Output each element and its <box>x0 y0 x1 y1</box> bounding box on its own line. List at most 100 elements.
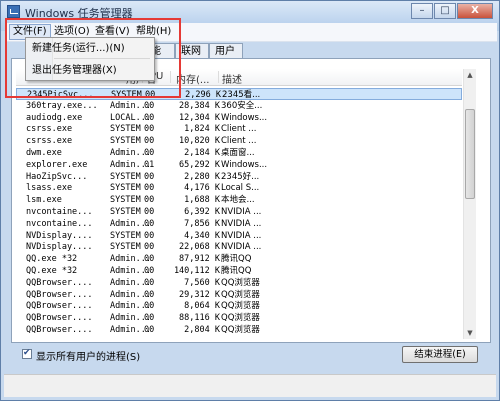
process-memory: 10,820 K <box>179 136 220 147</box>
process-cpu: 00 <box>144 124 155 135</box>
process-description: NVIDIA ... <box>221 230 262 241</box>
process-cpu: 00 <box>144 112 155 123</box>
table-row[interactable]: QQBrowser.... Admin... 00 8,064 K QQ浏览器 <box>16 300 462 312</box>
table-row[interactable]: QQBrowser.... Admin... 00 88,116 K QQ浏览器 <box>16 312 462 324</box>
table-row[interactable]: NVDisplay.... SYSTEM 00 22,068 K NVIDIA ... <box>16 241 462 253</box>
process-table[interactable]: 用户名 PU 内存(... 描述 2345PicSvc...SYSTEM002,… <box>16 69 462 339</box>
end-process-button[interactable]: 结束进程(E) <box>402 346 478 363</box>
task-manager-icon <box>7 5 20 18</box>
table-row[interactable]: nvcontaine... SYSTEM 00 6,392 K NVIDIA ... <box>16 206 462 218</box>
process-memory: 28,384 K <box>179 100 220 111</box>
table-row[interactable]: QQ.exe *32 Admin... 00 140,112 K 腾讯QQ <box>16 265 462 277</box>
process-description: QQ浏览器 <box>221 277 260 288</box>
close-button[interactable]: X <box>457 3 493 19</box>
header-description[interactable]: 描述 <box>222 71 242 86</box>
process-cpu: 00 <box>144 195 155 206</box>
process-memory: 4,340 K <box>184 230 220 241</box>
process-memory: 8,064 K <box>184 301 220 312</box>
process-description: NVIDIA ... <box>221 207 262 217</box>
process-description: QQ浏览器 <box>221 313 260 324</box>
table-row[interactable]: csrss.exe SYSTEM 00 10,820 K Client ... <box>16 135 462 147</box>
process-name: csrss.exe <box>26 124 73 135</box>
table-row[interactable]: audiodg.exe LOCAL... 00 12,304 K Windows... <box>16 112 462 124</box>
process-name: QQ.exe *32 <box>26 266 78 276</box>
process-description: Windows... <box>221 112 268 123</box>
table-row[interactable]: csrss.exe SYSTEM 00 1,824 K Client ... <box>16 123 462 135</box>
process-cpu: 00 <box>144 100 155 111</box>
process-name: QQBrowser.... <box>26 277 93 288</box>
table-row[interactable]: QQBrowser.... Admin... 00 7,560 K QQ浏览器 <box>16 277 462 289</box>
process-name: QQBrowser.... <box>26 325 93 335</box>
header-memory[interactable]: 内存(... <box>176 71 209 86</box>
process-memory: 6,392 K <box>184 207 220 217</box>
menu-item-exit[interactable]: 退出任务管理器(X) <box>32 64 117 78</box>
table-row[interactable]: QQBrowser.... Admin... 00 2,804 K QQ浏览器 <box>16 324 462 336</box>
tab-networking[interactable]: 联网 <box>175 43 209 59</box>
process-name: QQBrowser.... <box>26 301 93 312</box>
table-row[interactable]: NVDisplay.... SYSTEM 00 4,340 K NVIDIA ... <box>16 230 462 242</box>
table-row[interactable]: nvcontaine... Admin... 00 7,856 K NVIDIA ... <box>16 218 462 230</box>
process-name: QQBrowser.... <box>26 313 93 324</box>
process-description: QQ浏览器 <box>221 325 260 335</box>
scroll-up-icon[interactable]: ▲ <box>464 69 476 81</box>
process-description: QQ浏览器 <box>221 301 260 312</box>
table-row[interactable]: dwm.exe Admin... 00 2,184 K 桌面窗... <box>16 147 462 159</box>
scroll-thumb[interactable] <box>465 109 475 199</box>
process-name: QQBrowser.... <box>26 289 93 300</box>
process-memory: 1,688 K <box>184 195 220 206</box>
table-row[interactable]: QQBrowser.... Admin... 00 29,312 K QQ浏览器 <box>16 289 462 301</box>
table-row[interactable]: QQ.exe *32 Admin... 00 87,912 K 腾讯QQ <box>16 253 462 265</box>
process-description: Client ... <box>221 124 257 135</box>
header-divider[interactable] <box>218 71 219 83</box>
process-cpu: 00 <box>144 136 155 147</box>
process-description: NVIDIA ... <box>221 242 262 253</box>
process-description: Windows... <box>221 159 268 170</box>
process-name: NVDisplay.... <box>26 242 93 253</box>
process-description: 桌面窗... <box>221 148 255 158</box>
process-memory: 2,280 K <box>184 171 220 182</box>
header-divider[interactable] <box>170 71 171 83</box>
process-description: 腾讯QQ <box>221 266 252 276</box>
table-row[interactable]: explorer.exe Admin... 01 65,292 K Windows... <box>16 159 462 171</box>
process-memory: 7,856 K <box>184 218 220 229</box>
process-memory: 87,912 K <box>179 254 220 265</box>
show-all-users-checkbox[interactable] <box>22 348 32 359</box>
scroll-down-icon[interactable]: ▼ <box>464 327 476 339</box>
process-memory: 29,312 K <box>179 289 220 300</box>
process-cpu: 01 <box>144 159 155 170</box>
vertical-scrollbar[interactable]: ▲ ▼ <box>463 69 476 339</box>
process-cpu: 00 <box>144 183 155 194</box>
title-bar[interactable]: Windows 任务管理器 – □ X <box>1 1 499 23</box>
process-cpu: 00 <box>144 301 155 312</box>
process-memory: 140,112 K <box>173 266 220 276</box>
process-name: csrss.exe <box>26 136 73 147</box>
process-cpu: 00 <box>144 277 155 288</box>
process-cpu: 00 <box>144 254 155 265</box>
menu-item-new-task[interactable]: 新建任务(运行...)(N) <box>32 42 125 56</box>
process-memory: 2,184 K <box>184 148 220 158</box>
status-bar <box>4 374 496 397</box>
table-row[interactable]: lsm.exe SYSTEM 00 1,688 K 本地会... <box>16 194 462 206</box>
table-row[interactable]: HaoZipSvc... SYSTEM 00 2,280 K 2345好... <box>16 171 462 183</box>
process-name: 360tray.exe... <box>26 100 98 111</box>
table-row[interactable]: lsass.exe SYSTEM 00 4,176 K Local S... <box>16 182 462 194</box>
process-memory: 65,292 K <box>179 159 220 170</box>
process-description: Local S... <box>221 183 260 194</box>
process-cpu: 00 <box>144 171 155 182</box>
show-all-users-label[interactable]: 显示所有用户的进程(S) <box>36 348 140 363</box>
maximize-button[interactable]: □ <box>434 3 456 19</box>
table-row[interactable]: 360tray.exe... Admin... 00 28,384 K 360安全... <box>16 100 462 112</box>
tab-users[interactable]: 用户 <box>209 43 243 59</box>
process-description: 2345好... <box>221 171 260 182</box>
menu-separator <box>54 58 150 59</box>
table-row[interactable]: 2345PicSvc... SYSTEM 00 2,296 K 2345看... <box>16 88 462 100</box>
process-cpu: 00 <box>144 207 155 217</box>
process-description: 腾讯QQ <box>221 254 252 265</box>
process-cpu: 00 <box>144 148 155 158</box>
process-name: HaoZipSvc... <box>26 171 88 182</box>
process-cpu: 00 <box>144 325 155 335</box>
process-name: NVDisplay.... <box>26 230 93 241</box>
process-memory: 22,068 K <box>179 242 220 253</box>
minimize-button[interactable]: – <box>411 3 433 19</box>
process-description: QQ浏览器 <box>221 289 260 300</box>
